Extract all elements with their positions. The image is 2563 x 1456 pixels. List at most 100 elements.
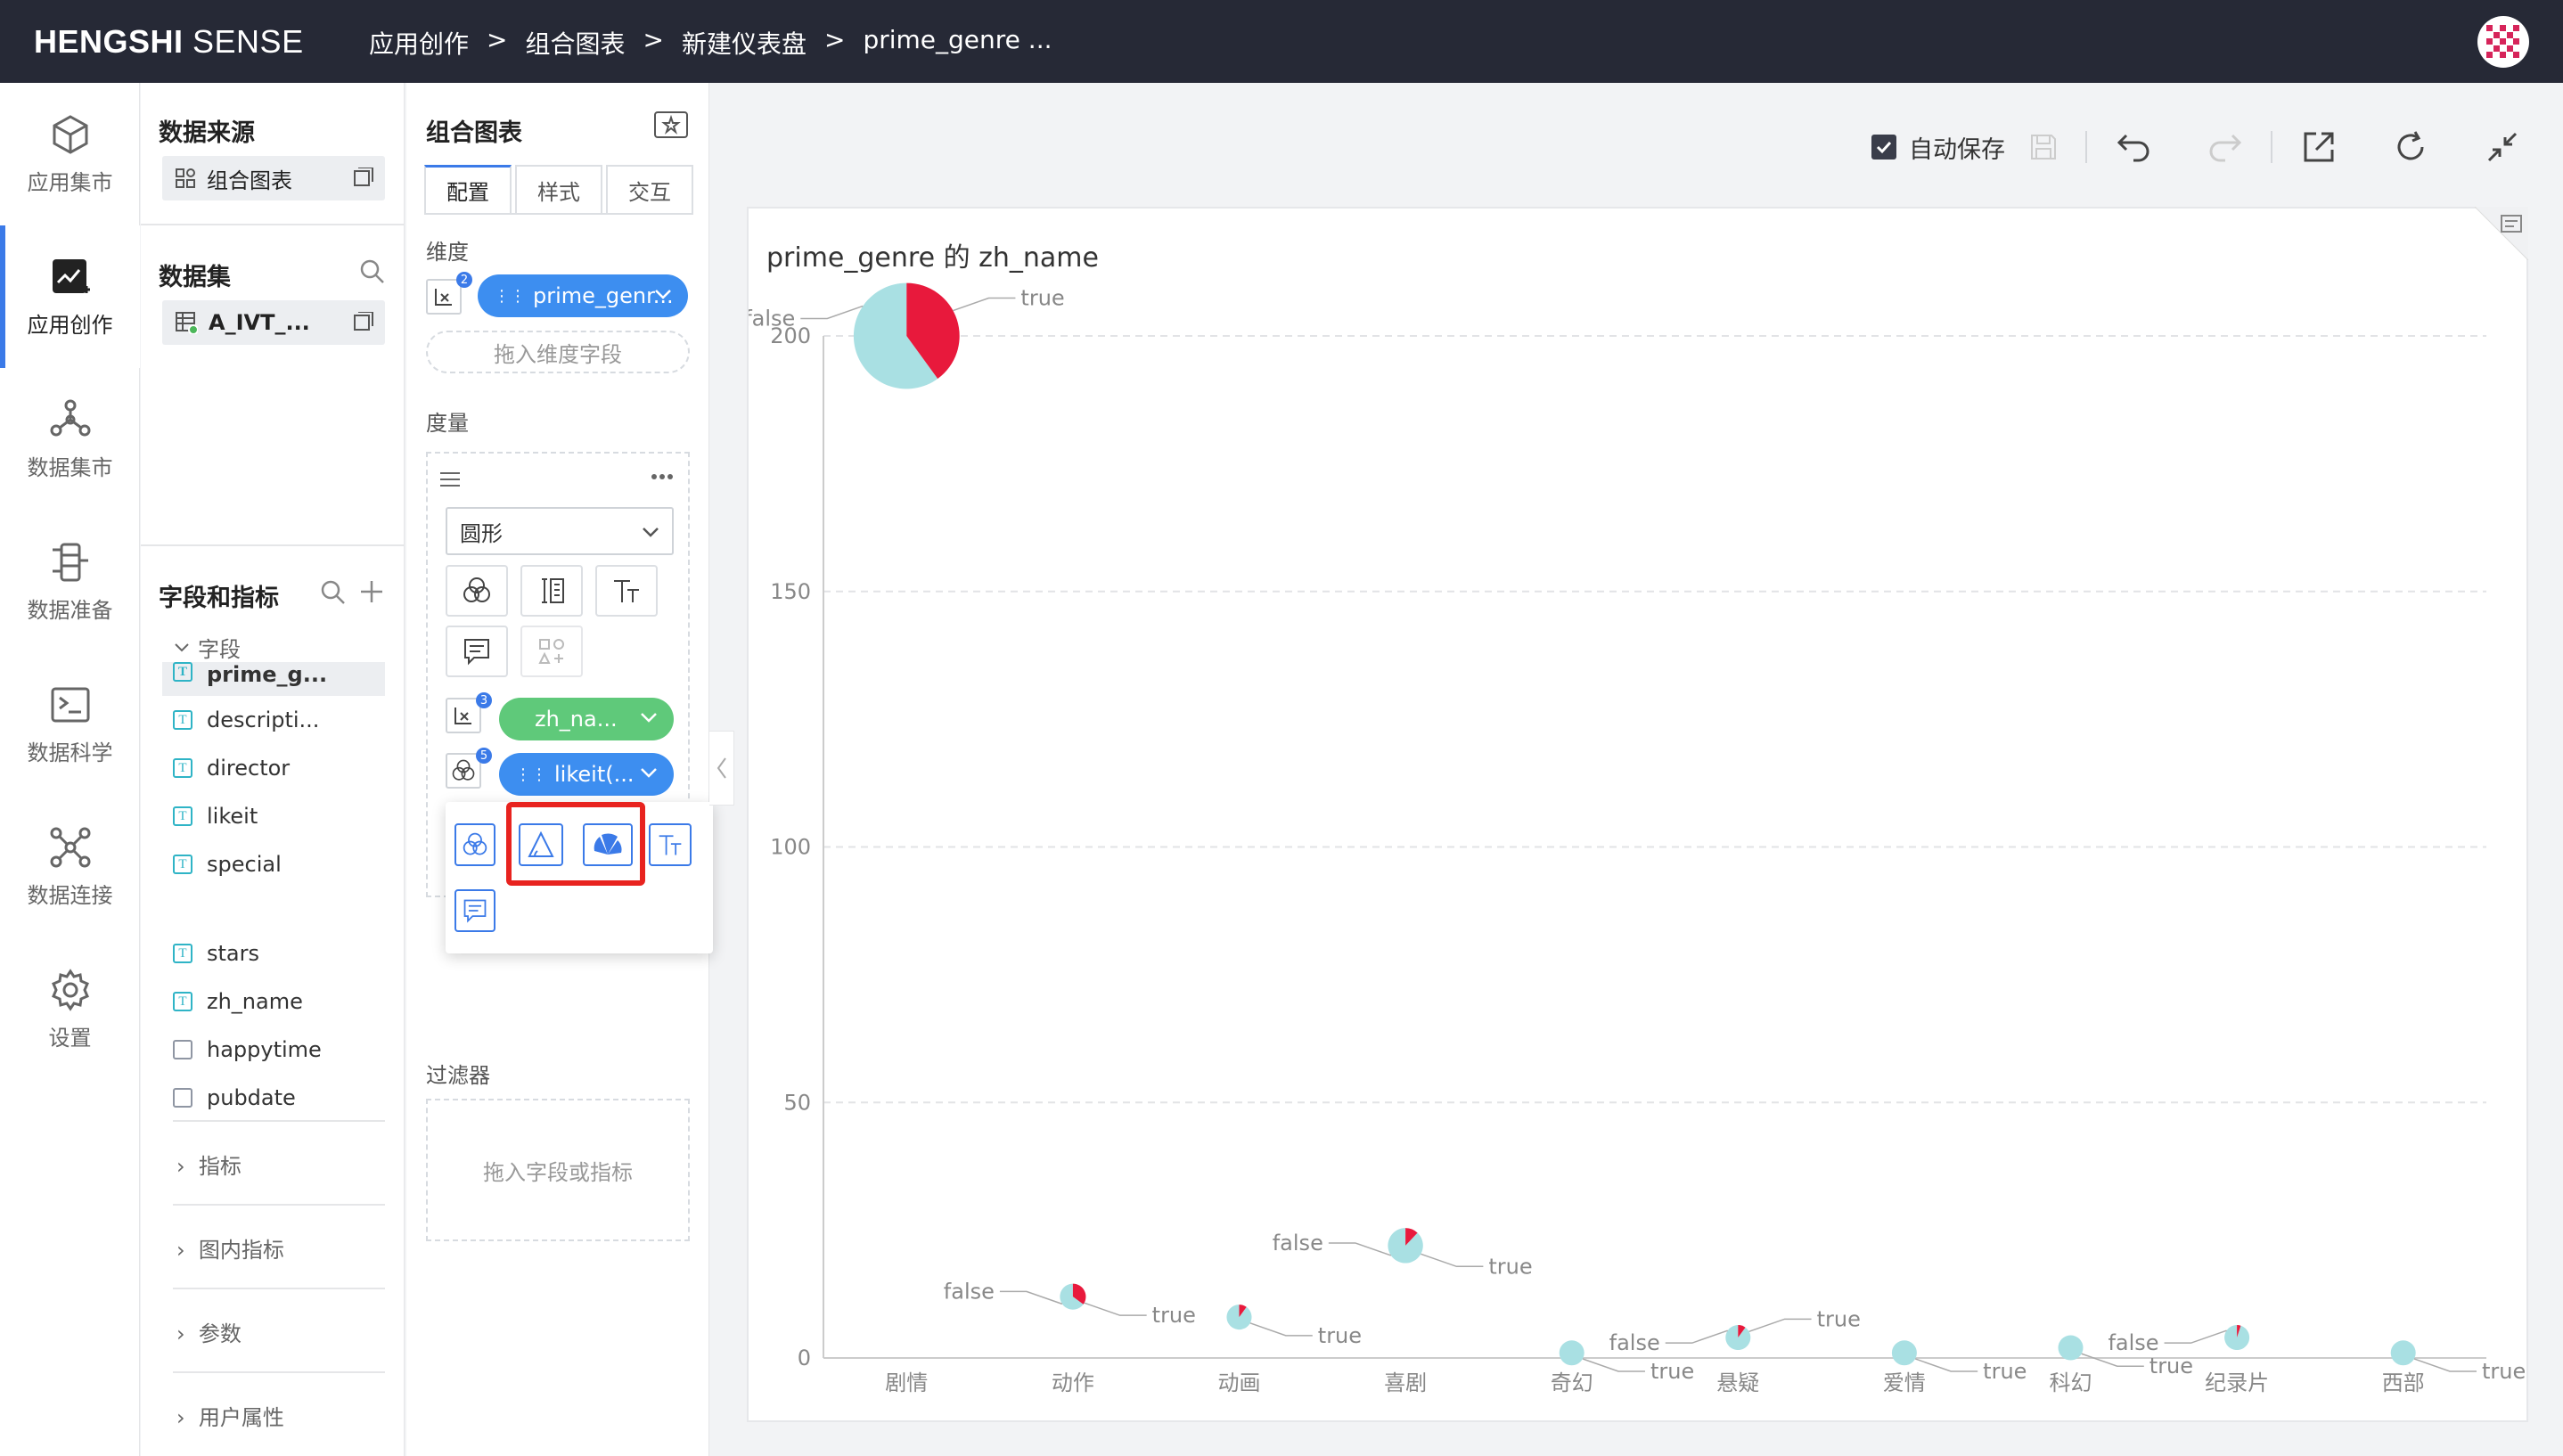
text-type-icon: T — [173, 710, 192, 730]
connection-icon — [50, 827, 90, 867]
tab-config[interactable]: 配置 — [424, 165, 512, 215]
pie-slice-true — [1559, 1340, 1584, 1366]
filter-drop-zone[interactable]: 拖入字段或指标 — [426, 1099, 690, 1241]
group-metrics[interactable]: › 指标 — [176, 1149, 242, 1180]
breadcrumb-item[interactable]: 新建仪表盘 — [682, 25, 807, 61]
popup-label-button[interactable] — [649, 823, 692, 866]
nav-data-market[interactable]: 数据集市 — [0, 368, 140, 511]
nav-data-science[interactable]: 数据科学 — [0, 653, 140, 796]
fields-group-header[interactable]: 字段 — [173, 632, 241, 663]
table-icon — [176, 312, 198, 334]
brand-logo[interactable]: HENGSHI SENSE — [34, 23, 304, 61]
shape-channel-button[interactable] — [520, 626, 583, 677]
leader-line — [1249, 1322, 1313, 1337]
group-params[interactable]: › 参数 — [176, 1316, 242, 1347]
minimize-icon — [2487, 132, 2517, 162]
nav-app-create[interactable]: 应用创作 — [0, 225, 140, 368]
divider — [141, 224, 405, 225]
divider — [173, 1288, 385, 1289]
chevron-down-icon[interactable] — [652, 283, 674, 305]
avatar[interactable] — [2477, 16, 2529, 68]
dataset-title: 数据集 — [159, 264, 231, 291]
nav-data-prep[interactable]: 数据准备 — [0, 511, 140, 653]
shapes-icon — [538, 639, 564, 664]
add-icon[interactable] — [358, 578, 385, 605]
undo-button[interactable] — [2087, 132, 2179, 162]
leader-line — [1421, 1253, 1484, 1268]
x-tick-label: 喜剧 — [1384, 1370, 1427, 1395]
field-item[interactable]: Tstars — [162, 929, 385, 977]
divider — [173, 1204, 385, 1206]
chart-card[interactable]: prime_genre 的 zh_name 0 50 100 150 200 剧情 动作 动画… — [747, 207, 2528, 1422]
text-type-icon: T — [173, 855, 192, 874]
measure-pill-zh-name[interactable]: zh_na... — [499, 698, 674, 740]
field-item[interactable]: Tdirector — [162, 744, 385, 792]
more-icon[interactable] — [649, 468, 676, 486]
chevron-down-icon[interactable] — [638, 707, 659, 728]
x-tick-label: 奇幻 — [1551, 1370, 1593, 1395]
field-item[interactable]: Tzh_name — [162, 977, 385, 1026]
group-chart-metrics[interactable]: › 图内指标 — [176, 1232, 284, 1264]
search-icon[interactable] — [319, 578, 346, 605]
drag-handle-icon: ⋮⋮ — [515, 765, 547, 784]
breadcrumb-item[interactable]: 应用创作 — [369, 25, 469, 61]
pie-slice-true — [2058, 1335, 2084, 1361]
dimension-label: 维度 — [426, 240, 469, 265]
search-icon[interactable] — [358, 258, 385, 284]
color-channel-button[interactable] — [446, 565, 508, 617]
field-item[interactable]: happytime — [162, 1026, 385, 1074]
collapse-view-button[interactable] — [2456, 130, 2548, 164]
chevron-down-icon[interactable] — [638, 762, 659, 783]
text-type-icon: T — [173, 944, 192, 963]
copy-icon[interactable] — [353, 168, 374, 189]
checkbox[interactable] — [1871, 135, 1896, 160]
leader-line — [1665, 1329, 1728, 1344]
field-item[interactable]: Tdescripti... — [162, 696, 385, 744]
popup-color-button[interactable] — [454, 823, 495, 866]
panel-collapse-toggle[interactable] — [709, 731, 734, 806]
top-bar: HENGSHI SENSE 应用创作 > 组合图表 > 新建仪表盘 > prim… — [0, 0, 2563, 83]
dimension-pill[interactable]: ⋮⋮ prime_genr... — [478, 274, 688, 317]
x-tick-label: 动画 — [1218, 1370, 1261, 1395]
size-channel-button[interactable] — [520, 565, 583, 617]
favorite-icon[interactable] — [654, 111, 688, 138]
popup-tooltip-button[interactable] — [454, 889, 495, 932]
nav-app-market[interactable]: 应用集市 — [0, 83, 140, 225]
autosave-toggle[interactable]: 自动保存 — [1871, 130, 2059, 165]
tab-interaction[interactable]: 交互 — [606, 165, 693, 215]
export-button[interactable] — [2272, 130, 2364, 164]
panel-title: 组合图表 — [426, 119, 522, 147]
field-item[interactable]: Tspecial — [162, 840, 385, 888]
date-type-icon — [173, 1088, 192, 1108]
tab-style[interactable]: 样式 — [515, 165, 602, 215]
field-item[interactable]: Tprime_g... — [162, 662, 385, 696]
field-item[interactable]: Tlikeit — [162, 792, 385, 840]
field-item[interactable]: pubdate — [162, 1074, 385, 1122]
breadcrumb-item[interactable]: 组合图表 — [525, 25, 625, 61]
menu-icon[interactable] — [438, 468, 462, 491]
nav-data-connect[interactable]: 数据连接 — [0, 796, 140, 938]
bracket-icon — [542, 578, 564, 603]
y-tick-label: 50 — [783, 1090, 811, 1115]
shape-select[interactable]: 圆形 — [446, 507, 674, 555]
text-type-icon: T — [173, 806, 192, 826]
text-type-icon: T — [173, 758, 192, 778]
nav-settings[interactable]: 设置 — [0, 938, 140, 1081]
copy-icon[interactable] — [353, 312, 374, 333]
group-user-attrs[interactable]: › 用户属性 — [176, 1400, 284, 1431]
dimension-axis-button[interactable] — [426, 279, 462, 315]
dataset-item[interactable]: A_IVT_... — [162, 300, 385, 345]
pie-slice-true — [1388, 1228, 1423, 1264]
tooltip-channel-button[interactable] — [446, 626, 508, 677]
x-tick-label: 爱情 — [1883, 1370, 1926, 1395]
label-channel-button[interactable] — [595, 565, 658, 617]
comment-icon — [463, 899, 487, 923]
redo-button[interactable] — [2179, 132, 2271, 162]
chart-edit-icon — [52, 258, 90, 293]
save-icon[interactable] — [2028, 132, 2059, 162]
dimension-drop-zone[interactable]: 拖入维度字段 — [426, 331, 690, 373]
x-tick-label: 剧情 — [885, 1370, 928, 1395]
measure-pill-likeit[interactable]: ⋮⋮ likeit(... — [499, 753, 674, 796]
refresh-button[interactable] — [2364, 130, 2456, 164]
source-item[interactable]: 组合图表 — [162, 156, 385, 200]
